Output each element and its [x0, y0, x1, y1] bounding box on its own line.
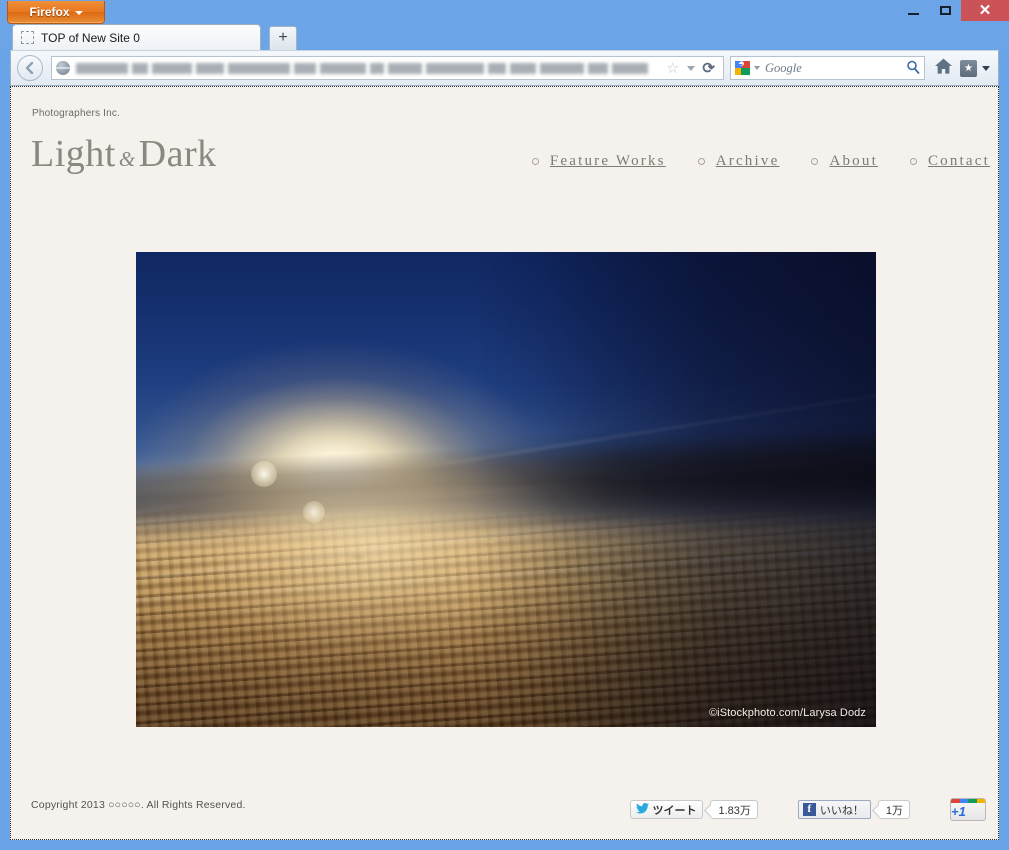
lens-flare-icon [302, 501, 325, 524]
bookmark-star-icon[interactable]: ☆ [666, 59, 679, 77]
nav-item-label: About [829, 153, 878, 169]
tab-strip: TOP of New Site 0 + [10, 24, 999, 50]
google-plus-one-button[interactable]: +1 [950, 798, 986, 821]
navigation-toolbar: ☆ ⟳ Google ★ [10, 50, 999, 86]
chevron-down-icon[interactable] [754, 66, 760, 70]
tab-title: TOP of New Site 0 [41, 30, 140, 45]
close-button[interactable]: ✕ [961, 0, 1009, 21]
twitter-tweet-button[interactable]: ツイート [630, 800, 704, 819]
maximize-icon [939, 6, 951, 15]
address-bar-url-redacted [76, 62, 663, 75]
bullet-circle-icon [531, 158, 539, 165]
browser-tab[interactable]: TOP of New Site 0 [12, 24, 261, 50]
close-icon: ✕ [978, 2, 992, 19]
hero-vignette-layer [136, 252, 876, 727]
google-g-icon [735, 61, 750, 75]
blank-page-icon [21, 31, 34, 44]
bullet-circle-icon [811, 158, 819, 165]
logo-ampersand: & [118, 147, 136, 171]
facebook-f-icon: f [802, 803, 816, 816]
googleplus-one: +1 [950, 798, 986, 821]
twitter-count[interactable]: 1.83万 [710, 800, 758, 819]
main-navigation: Feature Works Archive About Contact [500, 153, 990, 170]
google-plus-one-icon [951, 799, 985, 803]
home-icon [935, 58, 952, 74]
browser-window: Firefox ✕ TOP of New Site 0 + ☆ ⟳ Google… [0, 0, 1009, 850]
search-bar[interactable]: Google [730, 56, 925, 80]
facebook-like-button[interactable]: f いいね！ [797, 800, 871, 819]
twitter-bird-icon [636, 803, 650, 816]
new-tab-button[interactable]: + [269, 26, 297, 50]
home-button[interactable] [934, 57, 953, 80]
nav-item-feature-works[interactable]: Feature Works [531, 153, 666, 170]
logo-word-dark: Dark [138, 133, 217, 175]
google-plus-one-label: +1 [951, 804, 966, 819]
lens-flare-icon [250, 461, 277, 487]
minimize-button[interactable] [897, 0, 929, 21]
magnifier-icon[interactable] [906, 60, 920, 77]
facebook-like: f いいね！ 1万 [797, 800, 910, 819]
search-input[interactable]: Google [765, 61, 906, 76]
photo-watermark: ©iStockphoto.com/Larysa Dodz [708, 707, 866, 719]
logo-word-light: Light [31, 133, 116, 175]
site-subtitle: Photographers Inc. [32, 108, 121, 119]
maximize-button[interactable] [929, 0, 961, 21]
bullet-circle-icon [909, 158, 917, 165]
page-content: Photographers Inc. Light &Dark Feature Wo… [10, 86, 999, 840]
twitter-tweet-label: ツイート [652, 804, 697, 817]
nav-item-archive[interactable]: Archive [697, 153, 780, 170]
facebook-like-label: いいね！ [819, 804, 864, 817]
twitter-share: ツイート 1.83万 [630, 800, 758, 819]
chevron-down-icon [982, 65, 990, 71]
firefox-app-menu-button[interactable]: Firefox [7, 1, 105, 24]
nav-item-label: Contact [927, 153, 990, 169]
back-arrow-icon [25, 61, 34, 75]
hero-photo[interactable]: ©iStockphoto.com/Larysa Dodz [136, 252, 876, 727]
copyright-text: Copyright 2013 ○○○○○. All Rights Reserve… [31, 799, 246, 811]
reload-icon[interactable]: ⟳ [702, 59, 715, 77]
nav-item-contact[interactable]: Contact [909, 153, 990, 170]
address-bar[interactable]: ☆ ⟳ [51, 56, 724, 80]
nav-item-label: Archive [715, 153, 780, 169]
back-button[interactable] [17, 55, 43, 81]
chevron-down-icon [74, 10, 83, 15]
facebook-count[interactable]: 1万 [877, 800, 910, 819]
bullet-circle-icon [697, 158, 705, 165]
window-controls: ✕ [897, 0, 1009, 21]
firefox-app-menu-label: Firefox [29, 5, 70, 19]
globe-icon [56, 61, 70, 75]
minimize-icon [907, 13, 919, 15]
site-logo[interactable]: Light &Dark [31, 132, 217, 176]
chevron-down-icon[interactable] [687, 65, 696, 71]
nav-item-about[interactable]: About [811, 153, 878, 170]
social-buttons: ツイート 1.83万 f いいね！ 1万 +1 [590, 798, 986, 821]
bookmarks-button[interactable]: ★ [960, 59, 990, 77]
nav-item-label: Feature Works [549, 153, 666, 169]
bookmark-star-icon: ★ [960, 59, 977, 77]
